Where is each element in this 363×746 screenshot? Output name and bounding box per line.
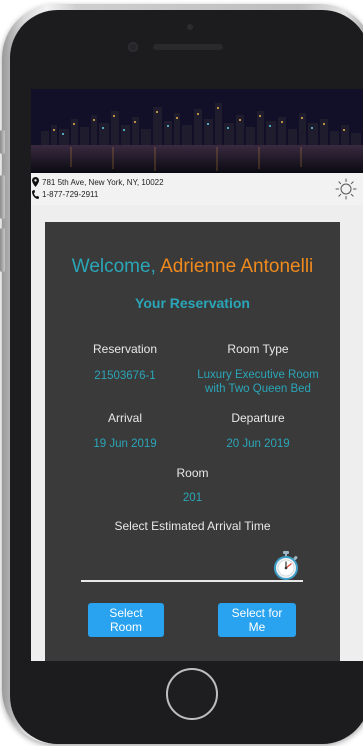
phone-side-button [0,175,5,219]
guest-name: Adrienne Antonelli [160,256,314,277]
phone-side-button [0,228,5,272]
arrival-label: Arrival [107,411,142,425]
phone-row: 1-877-729-2911 [32,188,98,200]
welcome-prefix: Welcome, [71,256,156,277]
room-type-value: Luxury Executive Room with Two Queen Bed [195,368,321,396]
screenshot-stage: 781 5th Ave, New York, NY, 10022 1-877-7… [0,0,363,746]
phone-icon [32,189,39,199]
departure-date: 20 Jun 2019 [226,438,290,450]
welcome-heading: Welcome, Adrienne Antonelli [45,256,340,278]
arrival-date: 19 Jun 2019 [93,438,157,450]
reservation-number: 21503676-1 [94,370,156,382]
phone-sensor [187,24,193,30]
reservation-card: Welcome, Adrienne Antonelli Your Reserva… [45,222,340,661]
room-type-label: Room Type [227,342,289,356]
room-type-line: with Two Queen Bed [205,383,311,395]
arrival-time-label: Select Estimated Arrival Time [114,519,271,533]
select-for-me-button[interactable]: Select for Me [218,603,296,637]
select-room-button[interactable]: Select Room [88,603,164,637]
reservation-heading: Your Reservation [135,295,250,311]
hotel-info-bar: 781 5th Ave, New York, NY, 10022 1-877-7… [31,173,363,205]
sun-icon[interactable] [335,178,357,200]
address-row: 781 5th Ave, New York, NY, 10022 [32,176,164,188]
arrival-time-input[interactable] [81,546,303,582]
home-button[interactable] [166,668,218,720]
city-skyline-image [31,89,363,173]
front-camera [128,42,138,52]
room-number: 201 [182,492,203,504]
app-screen: 781 5th Ave, New York, NY, 10022 1-877-7… [31,89,363,661]
hotel-phone[interactable]: 1-877-729-2911 [42,190,98,199]
earpiece-speaker [153,44,223,50]
hotel-address: 781 5th Ave, New York, NY, 10022 [42,177,164,187]
map-pin-icon [32,177,39,187]
hero-banner [31,89,363,173]
phone-side-button [0,130,5,154]
departure-label: Departure [231,411,285,425]
stopwatch-icon[interactable] [273,550,299,580]
room-type-line: Luxury Executive Room [197,369,319,381]
reservation-label: Reservation [92,342,158,356]
room-label: Room [176,466,209,480]
